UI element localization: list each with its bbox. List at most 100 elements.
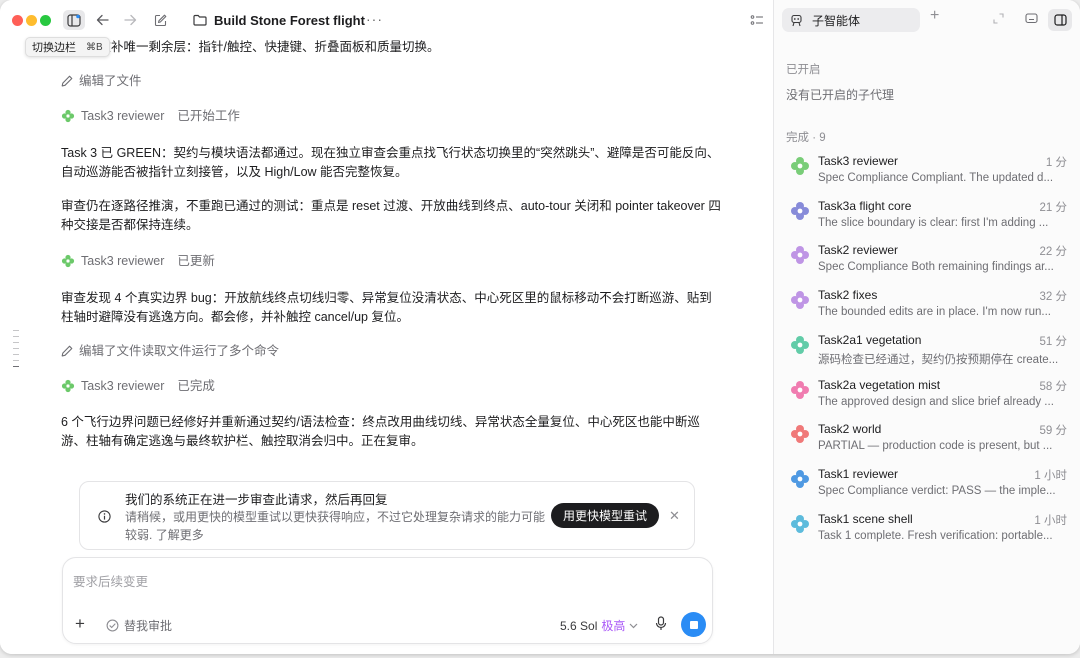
minimize-window-button[interactable] [26, 15, 37, 26]
retry-faster-model-button[interactable]: 用更快模型重试 [551, 503, 660, 528]
agent-item-time: 21 分 [1039, 201, 1068, 214]
agent-status: 已完成 [177, 378, 215, 393]
agent-item-name: Task2 fixes [818, 288, 878, 303]
list-icon [750, 15, 763, 25]
folder-icon [193, 14, 207, 26]
add-attachment-icon[interactable]: + [75, 614, 85, 634]
agent-name: Task3 reviewer [81, 378, 165, 393]
agent-icon [791, 14, 802, 26]
agent-avatar-icon [791, 469, 809, 488]
panel-right-icon [1053, 14, 1067, 26]
agent-list-item[interactable]: Task2 world 59 分 PARTIAL — production code… [774, 420, 1080, 464]
agent-avatar-icon [791, 291, 809, 310]
agent-item-name: Task2a vegetation mist [818, 377, 941, 392]
agent-status: 已开始工作 [177, 108, 240, 123]
stop-button[interactable] [681, 612, 706, 637]
auto-approve-toggle[interactable]: 替我审批 [106, 617, 172, 634]
agent-list-item[interactable]: Task2a1 vegetation 51 分源码检查已经通过，契约仍按预期停在 … [774, 331, 1080, 375]
open-section-label: 已开启 [786, 64, 821, 76]
agent-avatar-icon [791, 425, 809, 444]
compose-icon [154, 14, 166, 26]
title-bar: Build Stone Forest flight ··· [0, 0, 773, 40]
chat-bubble-icon[interactable] [1025, 13, 1038, 24]
toggle-sidebar-button[interactable] [63, 10, 85, 30]
close-window-button[interactable] [12, 15, 23, 26]
subagents-panel: 子智能体 + 已开启 没有已开启的子代理 完成 · 9 Task3 review… [773, 0, 1080, 654]
stop-icon [689, 620, 698, 629]
pencil-icon [61, 345, 73, 357]
edited-files-row[interactable]: 编辑了文件 [61, 71, 721, 91]
agent-item-time: 58 分 [1039, 380, 1068, 393]
pencil-icon [61, 75, 73, 87]
action-label: 编辑了文件读取文件运行了多个命令 [79, 343, 280, 358]
agent-item-time: 22 分 [1039, 246, 1068, 259]
arrow-right-icon [123, 14, 136, 26]
sidebar-tooltip: 切换边栏 ⌘B [25, 37, 110, 57]
action-label: 编辑了文件 [79, 73, 142, 88]
agent-item-summary: Spec Compliance verdict: PASS — the impl… [818, 484, 1056, 497]
agent-item-summary: The slice boundary is clear: first I'm a… [818, 216, 1049, 229]
agent-item-name: Task1 scene shell [818, 511, 913, 526]
tooltip-shortcut: ⌘B [86, 41, 103, 53]
agent-item-summary: Task 1 complete. Fresh verification: por… [818, 529, 1053, 542]
model-selector[interactable]: 5.6 Sol 极高 [560, 617, 638, 634]
agent-item-name: Task2 world [818, 422, 882, 437]
agent-item-summary: Spec Compliance Compliant. The updated d… [818, 172, 1054, 184]
approve-label: 替我审批 [124, 619, 173, 633]
tab-subagents[interactable]: 子智能体 [782, 8, 920, 32]
agent-list-item[interactable]: Task3 reviewer 1 分 Spec Compliance Complia… [774, 152, 1080, 196]
agent-status-row[interactable]: Task3 reviewer 已更新 [61, 251, 721, 271]
agent-avatar-icon [61, 109, 75, 123]
agent-list-item[interactable]: Task1 scene shell 1 小时 Task 1 complete. Fr… [774, 510, 1080, 554]
app-window: Build Stone Forest flight ··· 切换边栏 ⌘B 入。… [0, 0, 1080, 654]
agent-avatar-icon [791, 201, 809, 220]
message-text: 入。现在补唯一剩余层：指针/触控、快捷键、折叠面板和质量切换。 [61, 38, 721, 57]
chat-title[interactable]: Build Stone Forest flight [193, 11, 365, 29]
notice-title: 我们的系统正在进一步审查此请求，然后再回复 [125, 493, 388, 507]
top-line-text: 入。现在补唯一剩余层：指针/触控、快捷键、折叠面板和质量切换。 [61, 40, 440, 54]
agent-avatar-icon [791, 335, 809, 354]
agent-list-item[interactable]: Task2 fixes 32 分 The bounded edits are in … [774, 286, 1080, 330]
edited-files-row[interactable]: 编辑了文件读取文件运行了多个命令 [61, 341, 721, 361]
agent-item-name: Task1 reviewer [818, 466, 899, 481]
agent-status-row[interactable]: Task3 reviewer 已开始工作 [61, 106, 721, 126]
agent-status-row[interactable]: Task3 reviewer 已完成 [61, 376, 721, 396]
arrow-left-icon [96, 14, 109, 26]
microphone-icon[interactable] [655, 616, 667, 631]
message-paragraph: Task 3 已 GREEN：契约与模块语法都通过。现在独立审查会重点找飞行状态… [61, 146, 720, 179]
tasks-list-button[interactable] [746, 10, 768, 30]
composer: 要求后续变更 + 替我审批 5.6 Sol 极高 [62, 557, 713, 644]
scroll-minimap[interactable] [13, 330, 20, 372]
agent-item-name: Task2 reviewer [818, 243, 899, 258]
agent-list-item[interactable]: Task3a flight core 21 分 The slice boundary… [774, 197, 1080, 241]
agent-item-summary: The approved design and slice brief alre… [818, 395, 1054, 408]
zoom-window-button[interactable] [40, 15, 51, 26]
close-icon[interactable]: ✕ [669, 508, 680, 524]
agent-item-time: 59 分 [1039, 425, 1068, 438]
learn-more-link[interactable]: 了解更多 [156, 528, 204, 542]
forward-button[interactable] [119, 10, 141, 30]
new-chat-button[interactable] [149, 10, 171, 30]
add-tab-icon[interactable]: + [930, 7, 939, 25]
agent-item-summary: PARTIAL — production code is present, bu… [818, 440, 1053, 453]
agent-name: Task3 reviewer [81, 108, 165, 123]
expand-icon[interactable] [993, 13, 1004, 24]
chevron-down-icon [629, 623, 638, 628]
more-options-icon[interactable]: ··· [366, 11, 383, 27]
toggle-panel-button[interactable] [1048, 9, 1072, 31]
agent-status: 已更新 [177, 253, 215, 268]
agent-avatar-icon [791, 246, 809, 265]
agent-list-item[interactable]: Task2a vegetation mist 58 分 The approved d… [774, 376, 1080, 420]
agent-list-item[interactable]: Task1 reviewer 1 小时 Spec Compliance verdic… [774, 465, 1080, 509]
done-section-label: 完成 · 9 [786, 132, 826, 144]
agent-list-item[interactable]: Task2 reviewer 22 分 Spec Compliance Both r… [774, 241, 1080, 285]
tab-label: 子智能体 [812, 13, 861, 28]
info-icon [98, 510, 111, 523]
agent-item-time: 1 小时 [1034, 514, 1067, 527]
agent-item-name: Task3 reviewer [818, 154, 899, 168]
agent-item-name: Task3a flight core [818, 198, 912, 213]
followup-input[interactable]: 要求后续变更 [73, 571, 148, 590]
agent-avatar-icon [791, 514, 809, 533]
agent-item-name: Task2a1 vegetation [818, 332, 922, 347]
back-button[interactable] [91, 10, 113, 30]
